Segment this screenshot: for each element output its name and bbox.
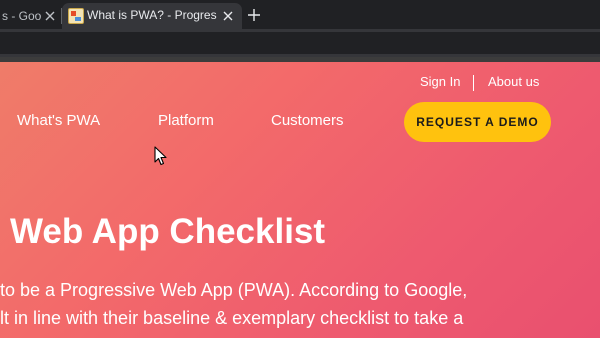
hero-title: Web App Checklist <box>10 212 326 251</box>
utility-nav: Sign In About us <box>0 74 600 92</box>
tab-previous[interactable]: s - Goo <box>0 3 61 29</box>
nav-whats-pwa[interactable]: What's PWA <box>17 112 100 129</box>
mouse-pointer-icon <box>154 146 167 166</box>
site-favicon-icon <box>68 8 84 24</box>
sign-in-link[interactable]: Sign In <box>420 74 460 89</box>
tab-strip: s - Goo What is PWA? - Progressive <box>0 0 600 29</box>
hero-text-line: to be a Progressive Web App (PWA). Accor… <box>0 280 468 300</box>
address-bar[interactable] <box>0 32 600 54</box>
browser-toolbar <box>0 29 600 57</box>
tab-active[interactable]: What is PWA? - Progressive <box>62 3 242 29</box>
about-us-link[interactable]: About us <box>488 74 539 89</box>
plus-icon <box>248 9 260 21</box>
request-demo-button[interactable]: REQUEST A DEMO <box>404 102 551 142</box>
web-page: Sign In About us What's PWA Platform Cus… <box>0 62 600 338</box>
new-tab-button[interactable] <box>244 5 264 25</box>
tab-title: s - Goo <box>2 9 42 23</box>
tab-title: What is PWA? - Progressive <box>87 8 217 22</box>
utility-nav-divider <box>473 75 474 91</box>
close-icon[interactable] <box>220 8 236 24</box>
nav-customers[interactable]: Customers <box>271 112 344 129</box>
nav-platform[interactable]: Platform <box>158 112 214 129</box>
hero-text-line: lt in line with their baseline & exempla… <box>0 308 464 328</box>
close-icon[interactable] <box>42 8 58 24</box>
